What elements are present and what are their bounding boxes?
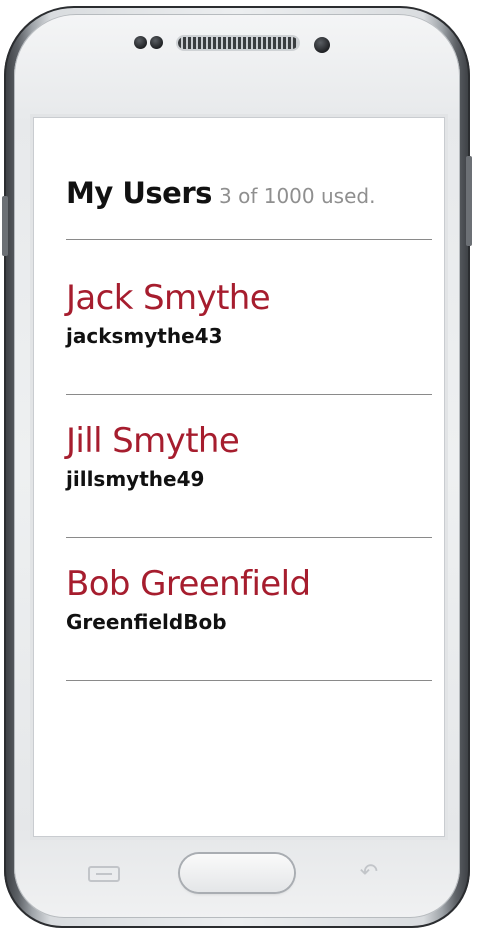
user-list-item[interactable]: Bob Greenfield GreenfieldBob [66,564,432,634]
user-full-name[interactable]: Jack Smythe [66,278,432,318]
earpiece-speaker [178,37,298,49]
row-divider [66,394,432,395]
user-username: GreenfieldBob [66,610,227,634]
front-camera-icon [314,37,330,53]
user-username: jillsmythe49 [66,467,205,491]
side-button-right [466,156,472,246]
user-full-name[interactable]: Jill Smythe [66,421,432,461]
side-button-left [2,196,8,256]
back-arrow-icon[interactable]: ↶ [352,862,386,884]
users-header: My Users 3 of 1000 used. [66,176,432,210]
user-full-name[interactable]: Bob Greenfield [66,564,432,604]
light-sensor-icon [150,36,163,49]
header-divider [66,239,432,240]
home-button[interactable] [180,854,294,892]
user-list-item[interactable]: Jack Smythe jacksmythe43 [66,278,432,348]
user-username: jacksmythe43 [66,324,223,348]
page-title: My Users [66,176,212,210]
usage-count: 3 of 1000 used. [219,184,376,208]
proximity-sensor-icon [134,36,147,49]
row-divider [66,680,432,681]
user-list-item[interactable]: Jill Smythe jillsmythe49 [66,421,432,491]
menu-icon[interactable] [88,866,120,882]
row-divider [66,537,432,538]
app-screen: My Users 3 of 1000 used. Jack Smythe jac… [34,118,444,836]
